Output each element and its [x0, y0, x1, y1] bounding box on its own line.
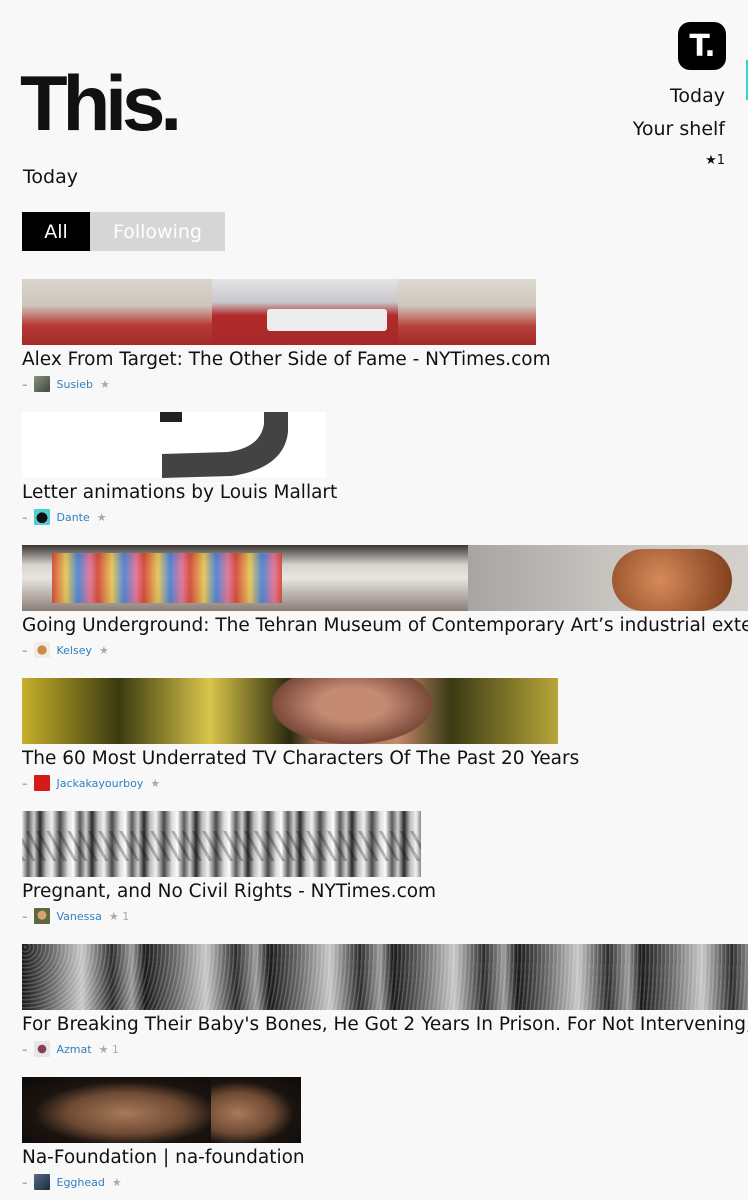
tab-all[interactable]: All [22, 212, 90, 251]
feed-tabs: All Following [22, 212, 225, 251]
meta-dash: – [22, 1175, 28, 1189]
thumbnail-image[interactable] [22, 412, 326, 478]
item-meta: – Egghead ★ [22, 1174, 122, 1190]
feed-item[interactable]: Pregnant, and No Civil Rights - NYTimes.… [22, 811, 748, 944]
item-title[interactable]: Going Underground: The Tehran Museum of … [22, 615, 748, 636]
avatar[interactable] [33, 908, 50, 924]
item-title[interactable]: Na-Foundation | na-foundation [22, 1147, 748, 1168]
thumbnail-image[interactable] [22, 545, 748, 611]
star-icon[interactable]: ★ [150, 777, 160, 790]
avatar[interactable] [33, 1041, 50, 1057]
item-title[interactable]: The 60 Most Underrated TV Characters Of … [22, 748, 748, 769]
star-icon[interactable]: ★ [99, 644, 109, 657]
item-meta: – Azmat ★ 1 [22, 1041, 119, 1057]
feed-item[interactable]: The 60 Most Underrated TV Characters Of … [22, 678, 748, 811]
item-meta: – Vanessa ★ 1 [22, 908, 129, 924]
star-icon[interactable]: ★ [100, 378, 110, 391]
avatar[interactable] [33, 509, 50, 525]
meta-dash: – [22, 377, 28, 391]
meta-dash: – [22, 909, 28, 923]
feed-item[interactable]: For Breaking Their Baby's Bones, He Got … [22, 944, 748, 1077]
tab-following[interactable]: Following [90, 212, 225, 251]
item-title[interactable]: Alex From Target: The Other Side of Fame… [22, 349, 748, 370]
user-link[interactable]: Vanessa [57, 910, 102, 923]
meta-dash: – [22, 776, 28, 790]
feed-list: Alex From Target: The Other Side of Fame… [22, 279, 748, 1200]
thumbnail-image[interactable] [22, 811, 421, 877]
item-meta: – Dante ★ [22, 509, 107, 525]
star-icon[interactable]: ★ 1 [99, 1043, 119, 1056]
feed-item[interactable]: Going Underground: The Tehran Museum of … [22, 545, 748, 678]
nav-shelf-link[interactable]: Your shelf [633, 113, 725, 146]
user-link[interactable]: Azmat [57, 1043, 92, 1056]
star-icon[interactable]: ★ [112, 1176, 122, 1189]
feed-item[interactable]: Letter animations by Louis Mallart – Dan… [22, 412, 748, 545]
app-logo[interactable]: T. [678, 22, 726, 70]
thumbnail-image[interactable] [22, 944, 748, 1010]
letter-graphic [160, 412, 288, 478]
user-link[interactable]: Jackakayourboy [57, 777, 144, 790]
item-meta: – Susieb ★ [22, 376, 110, 392]
user-link[interactable]: Kelsey [57, 644, 93, 657]
avatar[interactable] [33, 1174, 50, 1190]
thumbnail-image[interactable] [22, 279, 536, 345]
item-meta: – Kelsey ★ [22, 642, 109, 658]
item-title[interactable]: Letter animations by Louis Mallart [22, 482, 748, 503]
top-nav: Today Your shelf [633, 80, 725, 146]
user-link[interactable]: Susieb [57, 378, 94, 391]
feed-item[interactable]: Alex From Target: The Other Side of Fame… [22, 279, 748, 412]
site-brand[interactable]: This. [20, 64, 182, 142]
item-title[interactable]: Pregnant, and No Civil Rights - NYTimes.… [22, 881, 748, 902]
item-meta: – Jackakayourboy ★ [22, 775, 160, 791]
avatar[interactable] [33, 642, 50, 658]
page-title: Today [23, 166, 78, 188]
thumbnail-image[interactable] [22, 678, 558, 744]
item-title[interactable]: For Breaking Their Baby's Bones, He Got … [22, 1014, 748, 1035]
meta-dash: – [22, 1042, 28, 1056]
meta-dash: – [22, 510, 28, 524]
feed-item[interactable]: Na-Foundation | na-foundation – Egghead … [22, 1077, 748, 1200]
shelf-star-count: ★1 [705, 153, 725, 168]
meta-dash: – [22, 643, 28, 657]
star-icon[interactable]: ★ 1 [109, 910, 129, 923]
user-link[interactable]: Dante [57, 511, 90, 524]
user-link[interactable]: Egghead [57, 1176, 105, 1189]
thumbnail-image[interactable] [22, 1077, 301, 1143]
star-icon[interactable]: ★ [97, 511, 107, 524]
nav-today-link[interactable]: Today [633, 80, 725, 113]
avatar[interactable] [33, 376, 50, 392]
avatar[interactable] [33, 775, 50, 791]
